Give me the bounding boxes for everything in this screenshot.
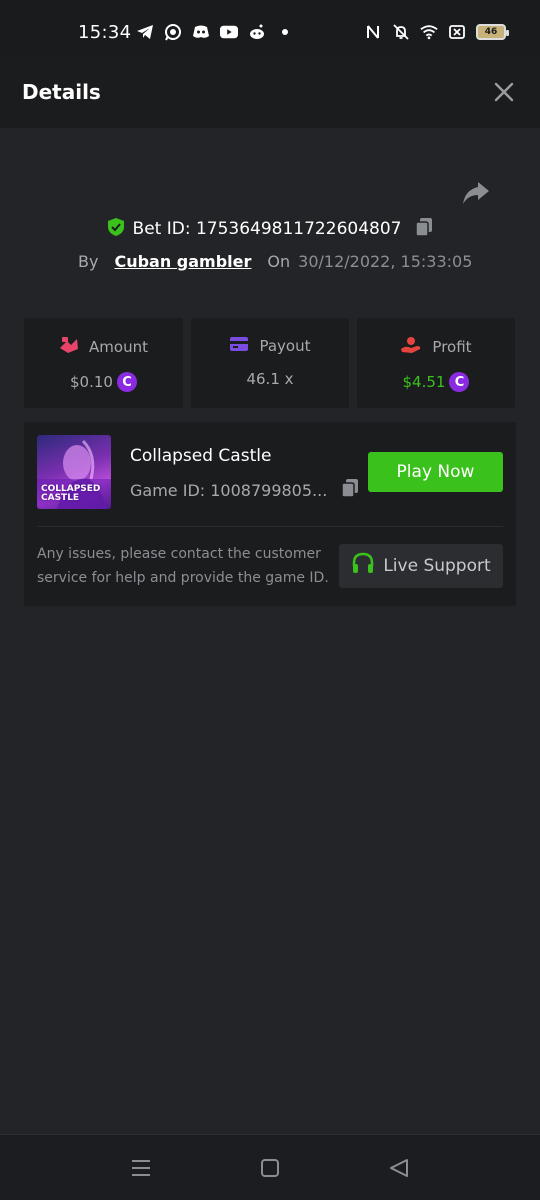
system-nav-bar [0,1134,540,1200]
support-hint: Any issues, please contact the customer … [37,546,329,586]
game-thumbnail[interactable]: COLLAPSED CASTLE [37,435,111,509]
bet-date: 30/12/2022, 15:33:05 [298,251,473,271]
amount-stat: Amount $0.10 C [24,318,183,408]
back-button[interactable] [388,1157,410,1179]
copy-game-id-button[interactable] [341,478,359,502]
amount-label: Amount [89,338,148,356]
whatsapp-icon [164,24,182,41]
nfc-icon [364,24,382,40]
amount-value: $0.10 [70,373,113,391]
menu-icon[interactable] [130,1157,152,1179]
home-button[interactable] [259,1157,281,1179]
profit-stat: Profit $4.51 C [357,318,515,408]
close-button[interactable] [494,82,514,102]
game-card: COLLAPSED CASTLE Collapsed Castle Game ID… [24,422,516,606]
dot-icon [276,24,294,40]
battery-icon: 46 [476,24,509,40]
notification-icons [136,24,294,41]
profit-icon [400,336,422,358]
payout-value: 46.1 x [246,370,294,388]
copy-icon[interactable] [415,217,433,237]
thumbnail-title: COLLAPSED CASTLE [41,484,101,503]
square-icon[interactable] [259,1157,281,1179]
copy-bet-id-button[interactable] [415,217,433,241]
divider [37,526,503,527]
profit-label: Profit [432,338,472,356]
back-triangle-icon[interactable] [388,1157,410,1179]
reddit-icon [248,24,266,40]
details-header: Details [0,56,540,128]
status-bar: 15:34 46 [0,0,540,56]
game-id-row: Game ID: 1008799805... [130,478,359,502]
bet-id-row: Bet ID: 1753649811722604807 [0,216,540,242]
bet-meta: By Cuban gambler On 30/12/2022, 15:33:05 [78,250,472,272]
payout-label: Payout [259,337,311,355]
bet-id: Bet ID: 1753649811722604807 [132,219,402,239]
live-support-button[interactable]: Live Support [339,544,503,588]
status-time: 15:34 [78,22,132,43]
close-icon[interactable] [494,82,514,102]
amount-icon [59,336,79,358]
recents-button[interactable] [130,1157,152,1179]
share-button[interactable] [462,180,490,206]
username-link[interactable]: Cuban gambler [114,252,251,271]
on-label: On [267,251,291,271]
bell-muted-icon [392,24,410,40]
game-id: Game ID: 1008799805... [130,480,328,500]
page-title: Details [22,80,101,104]
sim-x-icon [448,24,466,40]
headset-icon [351,552,375,581]
discord-icon [192,24,210,40]
verified-shield-icon [107,217,125,241]
profit-value: $4.51 [402,373,446,391]
share-icon[interactable] [462,180,490,206]
payout-icon [229,336,249,356]
play-now-button[interactable]: Play Now [368,452,503,492]
by-label: By [78,251,99,271]
payout-stat: Payout 46.1 x [191,318,349,408]
coin-icon: C [116,372,137,392]
wifi-icon [420,24,438,40]
coin-icon: C [449,372,470,392]
copy-icon[interactable] [341,478,359,498]
live-support-label: Live Support [383,556,491,576]
system-icons: 46 [364,24,509,40]
telegram-icon [136,24,154,40]
game-name: Collapsed Castle [130,446,272,466]
youtube-icon [220,24,238,40]
